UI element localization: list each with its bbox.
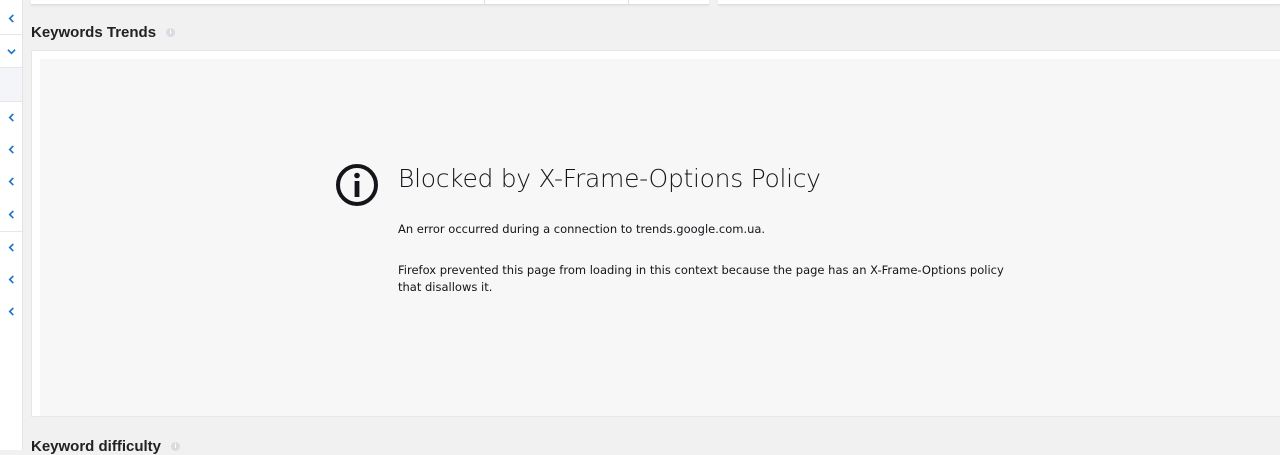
error-message: An error occurred during a connection to… xyxy=(398,222,766,236)
chevron-left-icon[interactable] xyxy=(0,295,22,327)
top-card-left xyxy=(31,0,709,5)
info-circle-icon xyxy=(336,164,378,206)
section-title: Keywords Trends xyxy=(31,24,157,41)
sidebar-active-block xyxy=(0,67,22,102)
card-divider xyxy=(628,0,629,4)
chevron-left-icon[interactable] xyxy=(0,2,22,34)
card-divider xyxy=(484,0,485,4)
chevron-down-icon[interactable] xyxy=(0,35,22,67)
embedded-frame: Blocked by X-Frame-Options Policy An err… xyxy=(40,59,1280,416)
info-icon[interactable]: i xyxy=(166,28,176,37)
chevron-left-icon[interactable] xyxy=(0,198,22,230)
chevron-left-icon[interactable] xyxy=(0,133,22,165)
section-header-keywords-trends: Keywords Trends i xyxy=(31,24,176,41)
sidebar xyxy=(0,0,23,450)
chevron-left-icon[interactable] xyxy=(0,165,22,197)
top-card-right xyxy=(718,0,1280,5)
chevron-left-icon[interactable] xyxy=(0,263,22,295)
keywords-trends-panel: Blocked by X-Frame-Options Policy An err… xyxy=(31,50,1280,417)
chevron-left-icon[interactable] xyxy=(0,101,22,133)
error-title: Blocked by X-Frame-Options Policy xyxy=(398,164,821,193)
section-header-keyword-difficulty: Keyword difficulty i xyxy=(31,438,181,455)
error-detail: Firefox prevented this page from loading… xyxy=(398,263,1004,294)
chevron-left-icon[interactable] xyxy=(0,231,22,263)
section-title: Keyword difficulty xyxy=(31,438,162,455)
